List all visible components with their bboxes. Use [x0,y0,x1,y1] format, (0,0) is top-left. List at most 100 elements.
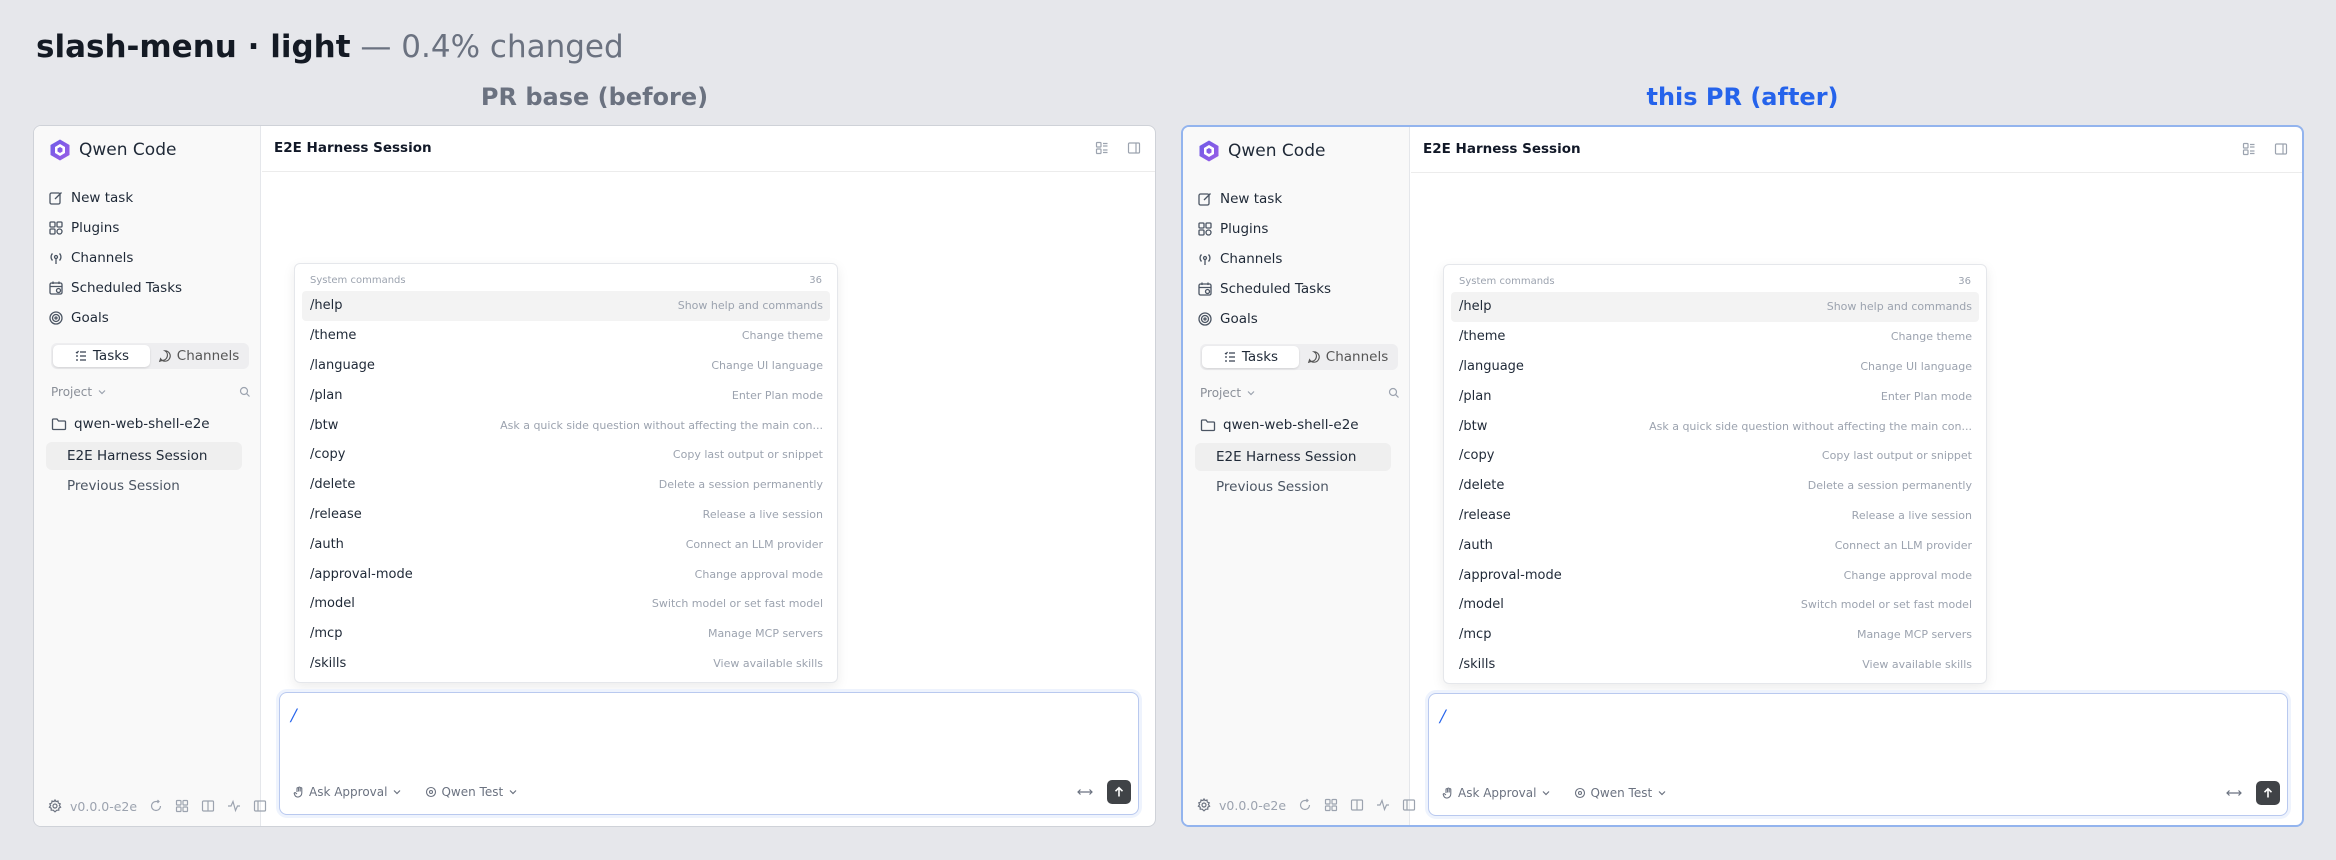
project-folder[interactable]: qwen-web-shell-e2e [51,413,210,435]
command-item-release[interactable]: /release Release a live session [1451,501,1979,531]
command-item-language[interactable]: /language Change UI language [302,351,830,381]
expand-horizontal-icon [1077,788,1093,795]
slash-command-menu: System commands 36 /help Show help and co… [1443,264,1987,684]
search-icon[interactable] [239,386,251,398]
nav-goals[interactable]: Goals [1197,304,1397,334]
command-item-auth[interactable]: /auth Connect an LLM provider [302,529,830,559]
approval-mode-dropdown[interactable]: Ask Approval [293,785,403,799]
sidebar-nav: New task Plugins Channels Scheduled Task… [1197,184,1397,334]
activity-icon[interactable] [1376,798,1390,812]
command-item-skills[interactable]: /skills View available skills [1451,650,1979,680]
command-item-mcp[interactable]: /mcp Manage MCP servers [1451,620,1979,650]
session-item-active[interactable]: E2E Harness Session [46,442,242,470]
nav-scheduled-tasks[interactable]: Scheduled Tasks [1197,274,1397,304]
message-composer[interactable]: / Ask Approval Qwen Test [279,692,1139,815]
before-label: PR base (before) [480,83,709,111]
message-composer[interactable]: / Ask Approval Qwen Test [1428,693,2288,816]
command-item-btw[interactable]: /btw Ask a quick side question without af… [302,410,830,440]
expand-button[interactable] [2226,784,2242,803]
brand[interactable]: Qwen Code [1197,138,1325,164]
nav-plugins[interactable]: Plugins [1197,214,1397,244]
send-button[interactable] [2256,781,2280,805]
sidebar-footer: v0.0.0-e2e [48,796,267,816]
refresh-icon[interactable] [1298,798,1312,812]
command-item-copy[interactable]: /copy Copy last output or snippet [1451,441,1979,471]
gear-icon[interactable] [1197,798,1211,812]
tab-channels[interactable]: Channels [1299,346,1396,368]
tab-tasks[interactable]: Tasks [1202,346,1299,368]
layout-grid-icon[interactable] [2242,142,2256,156]
refresh-icon[interactable] [149,799,163,813]
project-dropdown[interactable]: Project [1200,386,1257,400]
activity-icon[interactable] [227,799,241,813]
command-item-plan[interactable]: /plan Enter Plan mode [302,380,830,410]
sidebar: Qwen Code New task Plugins Channels Sche… [34,126,267,826]
nav-channels[interactable]: Channels [48,243,248,273]
tab-channels[interactable]: Channels [150,345,247,367]
command-name: /plan [1459,388,1492,404]
nav-goals[interactable]: Goals [48,303,248,333]
command-item-help[interactable]: /help Show help and commands [302,291,830,321]
session-item[interactable]: Previous Session [46,472,242,500]
approval-mode-dropdown[interactable]: Ask Approval [1442,786,1552,800]
search-icon[interactable] [1388,387,1400,399]
page-title-theme: light [270,29,351,65]
brand-name: Qwen Code [1228,141,1326,161]
model-dropdown[interactable]: Qwen Test [425,785,519,799]
nav-plugins[interactable]: Plugins [48,213,248,243]
command-item-plan[interactable]: /plan Enter Plan mode [1451,381,1979,411]
nav-channels[interactable]: Channels [1197,244,1397,274]
brand[interactable]: Qwen Code [48,137,176,163]
composer-input[interactable]: / [1440,707,1446,727]
layout-grid-icon[interactable] [1095,141,1109,155]
chevron-down-icon [1658,791,1666,796]
command-item-help[interactable]: /help Show help and commands [1451,292,1979,322]
page-title: slash-menu · light — 0.4% changed [36,28,624,66]
command-description: Release a live session [1851,508,1972,522]
command-item-copy[interactable]: /copy Copy last output or snippet [302,440,830,470]
command-item-delete[interactable]: /delete Delete a session permanently [1451,471,1979,501]
command-name: /model [310,596,355,612]
command-item-language[interactable]: /language Change UI language [1451,352,1979,382]
sidebar-right-icon[interactable] [2274,142,2288,156]
book-icon[interactable] [1350,798,1364,812]
grid-icon[interactable] [1324,798,1338,812]
send-button[interactable] [1107,780,1131,804]
command-item-approval-mode[interactable]: /approval-mode Change approval mode [302,559,830,589]
command-item-delete[interactable]: /delete Delete a session permanently [302,470,830,500]
hand-icon [293,786,303,798]
sidebar-right-icon[interactable] [1127,141,1141,155]
composer-input[interactable]: / [291,706,297,726]
command-item-btw[interactable]: /btw Ask a quick side question without af… [1451,411,1979,441]
session-item-active[interactable]: E2E Harness Session [1195,443,1391,471]
command-description: Show help and commands [1826,300,1972,314]
nav-new-task[interactable]: New task [48,183,248,213]
gear-icon[interactable] [48,799,62,813]
tab-tasks[interactable]: Tasks [53,345,150,367]
grid-icon[interactable] [175,799,189,813]
book-icon[interactable] [201,799,215,813]
session-item[interactable]: Previous Session [1195,473,1391,501]
command-item-model[interactable]: /model Switch model or set fast model [1451,590,1979,620]
command-name: /help [1459,299,1492,315]
expand-button[interactable] [1077,783,1093,802]
project-folder[interactable]: qwen-web-shell-e2e [1200,414,1359,436]
command-name: /mcp [310,626,343,642]
command-item-approval-mode[interactable]: /approval-mode Change approval mode [1451,560,1979,590]
model-dropdown[interactable]: Qwen Test [1574,786,1668,800]
command-item-skills[interactable]: /skills View available skills [302,649,830,679]
nav-scheduled-tasks[interactable]: Scheduled Tasks [48,273,248,303]
nav-new-task[interactable]: New task [1197,184,1397,214]
slash-menu-heading: System commands [1459,276,1555,287]
command-item-model[interactable]: /model Switch model or set fast model [302,589,830,619]
command-item-theme[interactable]: /theme Change theme [302,321,830,351]
project-dropdown[interactable]: Project [51,385,108,399]
command-item-release[interactable]: /release Release a live session [302,500,830,530]
command-description: Change UI language [1860,359,1972,373]
model-icon [426,786,437,798]
command-item-mcp[interactable]: /mcp Manage MCP servers [302,619,830,649]
sidebar-segmented-control: Tasks Channels [51,343,249,369]
command-item-auth[interactable]: /auth Connect an LLM provider [1451,530,1979,560]
command-description: Switch model or set fast model [1800,598,1972,612]
command-item-theme[interactable]: /theme Change theme [1451,322,1979,352]
